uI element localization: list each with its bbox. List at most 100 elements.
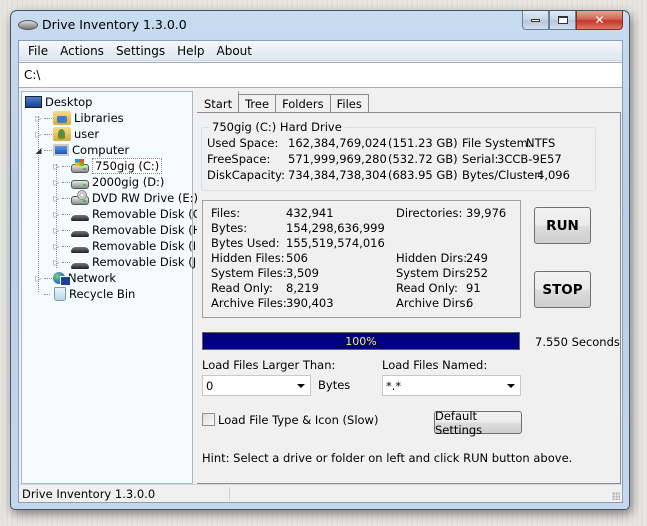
system-dirs-label: System Dirs:	[396, 266, 470, 280]
read-only-dirs-label: Read Only:	[396, 281, 458, 295]
expand-icon[interactable]: ▷	[52, 226, 61, 235]
expand-icon[interactable]: ▷	[52, 194, 61, 203]
status-text: Drive Inventory 1.3.0.0	[22, 487, 156, 501]
expand-icon[interactable]: ▷	[52, 210, 61, 219]
free-space-gb: (532.72 GB)	[388, 152, 458, 166]
hidden-dirs-value: 249	[466, 251, 488, 265]
tree-connector	[62, 261, 70, 263]
files-named-label: Load Files Named:	[382, 358, 488, 372]
tree-item-label: Removable Disk (G:)	[92, 207, 210, 221]
removable-disk-icon	[71, 246, 89, 253]
tab-strip: Start Tree Folders Files	[197, 91, 369, 113]
network-icon	[53, 272, 71, 286]
tree-item-desktop[interactable]: Desktop	[25, 94, 92, 110]
progress-bar: 100%	[202, 332, 520, 350]
expand-icon[interactable]: ▷	[52, 242, 61, 251]
expand-icon[interactable]: ▷	[34, 130, 43, 139]
archive-dirs-value: 6	[466, 296, 474, 310]
tab-start[interactable]: Start	[197, 91, 240, 113]
tree-item-network[interactable]: ▷ Network	[34, 270, 116, 286]
hidden-files-value: 506	[286, 251, 308, 265]
tree-item-label: Removable Disk (I:)	[92, 239, 205, 253]
tab-control: Start Tree Folders Files 750gig (C:) Har…	[197, 91, 621, 484]
path-input[interactable]: C:\	[19, 62, 622, 88]
tree-item-label: Computer	[72, 143, 130, 157]
status-bar: Drive Inventory 1.3.0.0	[19, 484, 622, 502]
chevron-down-icon[interactable]	[507, 384, 515, 388]
default-settings-button[interactable]: Default Settings	[434, 409, 522, 437]
run-button[interactable]: RUN	[534, 207, 591, 244]
tree-item-drive-g[interactable]: ▷ Removable Disk (G:)	[52, 206, 210, 222]
files-value: 432,941	[286, 206, 334, 220]
used-space-label: Used Space:	[207, 136, 279, 150]
maximize-icon	[557, 16, 568, 24]
menu-actions[interactable]: Actions	[54, 44, 110, 58]
tree-item-label: 2000gig (D:)	[92, 175, 165, 189]
menu-file[interactable]: File	[22, 44, 54, 58]
tree-connector	[44, 149, 52, 151]
collapse-icon[interactable]: ◢	[34, 146, 43, 155]
tree-item-drive-c[interactable]: ▷ 750gig (C:)	[52, 158, 163, 174]
expand-icon[interactable]: ▷	[52, 258, 61, 267]
serial-value: 3CCB-9E57	[497, 152, 562, 166]
load-icons-label[interactable]: Load File Type & Icon (Slow)	[218, 413, 378, 427]
caption-buttons: ✕	[522, 11, 623, 30]
tree-item-drive-d[interactable]: ▷ 2000gig (D:)	[52, 174, 164, 190]
start-tab-page: 750gig (C:) Hard Drive Used Space: 162,3…	[197, 112, 621, 484]
title-bar[interactable]: Drive Inventory 1.3.0.0 ✕	[11, 11, 629, 41]
tree-connector	[62, 213, 70, 215]
tree-item-drive-i[interactable]: ▷ Removable Disk (I:)	[52, 238, 204, 254]
disk-capacity-gb: (683.95 GB)	[388, 168, 458, 182]
tab-files[interactable]: Files	[329, 94, 369, 113]
stop-button[interactable]: STOP	[534, 271, 591, 308]
hard-drive-icon	[71, 180, 89, 189]
disk-capacity-label: DiskCapacity:	[207, 168, 285, 182]
minimize-icon	[531, 18, 540, 22]
archive-files-value: 390,403	[286, 296, 334, 310]
window-title: Drive Inventory 1.3.0.0	[42, 17, 187, 32]
hidden-files-label: Hidden Files:	[211, 251, 285, 265]
tree-item-computer[interactable]: ◢ Computer	[34, 142, 129, 158]
file-system-label: File System:	[462, 136, 532, 150]
expand-icon[interactable]: ▷	[34, 114, 43, 123]
files-named-combo[interactable]: *.*	[382, 375, 521, 396]
drive-app-icon	[18, 20, 38, 30]
tree-item-label: Libraries	[74, 111, 124, 125]
maximize-button[interactable]	[549, 11, 576, 30]
load-icons-checkbox[interactable]	[202, 413, 215, 426]
removable-disk-icon	[71, 230, 89, 237]
tree-connector	[62, 229, 70, 231]
tree-item-recycle-bin[interactable]: Recycle Bin	[43, 286, 135, 302]
tree-item-label: DVD RW Drive (E:)	[92, 191, 199, 205]
tree-item-libraries[interactable]: ▷ Libraries	[34, 110, 124, 126]
tree-item-drive-e[interactable]: ▷ DVD RW Drive (E:)	[52, 190, 198, 206]
tab-folders[interactable]: Folders	[275, 94, 331, 113]
minimize-button[interactable]	[522, 11, 549, 30]
close-button[interactable]: ✕	[576, 11, 623, 30]
tree-item-drive-h[interactable]: ▷ Removable Disk (H:)	[52, 222, 210, 238]
expand-icon[interactable]: ▷	[52, 178, 61, 187]
larger-than-label: Load Files Larger Than:	[202, 358, 336, 372]
file-system-value: NTFS	[526, 136, 556, 150]
system-dirs-value: 252	[466, 266, 488, 280]
tree-item-label: Removable Disk (H:)	[92, 223, 210, 237]
directories-label: Directories:	[396, 206, 463, 220]
resize-grip-icon[interactable]	[612, 492, 620, 500]
tree-item-user[interactable]: ▷ user	[34, 126, 99, 142]
progress-label: 100%	[345, 334, 377, 348]
tree-connector	[44, 293, 50, 295]
menu-settings[interactable]: Settings	[110, 44, 171, 58]
menu-about[interactable]: About	[211, 44, 258, 58]
tree-item-label: Desktop	[45, 95, 93, 109]
larger-than-combo[interactable]: 0	[202, 375, 311, 396]
tree-item-drive-j[interactable]: ▷ Removable Disk (J:)	[52, 254, 204, 270]
tree-connector	[62, 197, 70, 199]
bytes-value: 154,298,636,999	[286, 221, 385, 235]
chevron-down-icon[interactable]	[297, 384, 305, 388]
archive-files-label: Archive Files:	[211, 296, 287, 310]
expand-icon[interactable]: ▷	[34, 274, 43, 283]
expand-icon[interactable]: ▷	[52, 162, 61, 171]
menu-help[interactable]: Help	[171, 44, 210, 58]
tab-tree[interactable]: Tree	[238, 94, 277, 113]
folder-tree[interactable]: Desktop ▷ Libraries ▷ user ◢ Computer ▷ …	[21, 91, 210, 484]
